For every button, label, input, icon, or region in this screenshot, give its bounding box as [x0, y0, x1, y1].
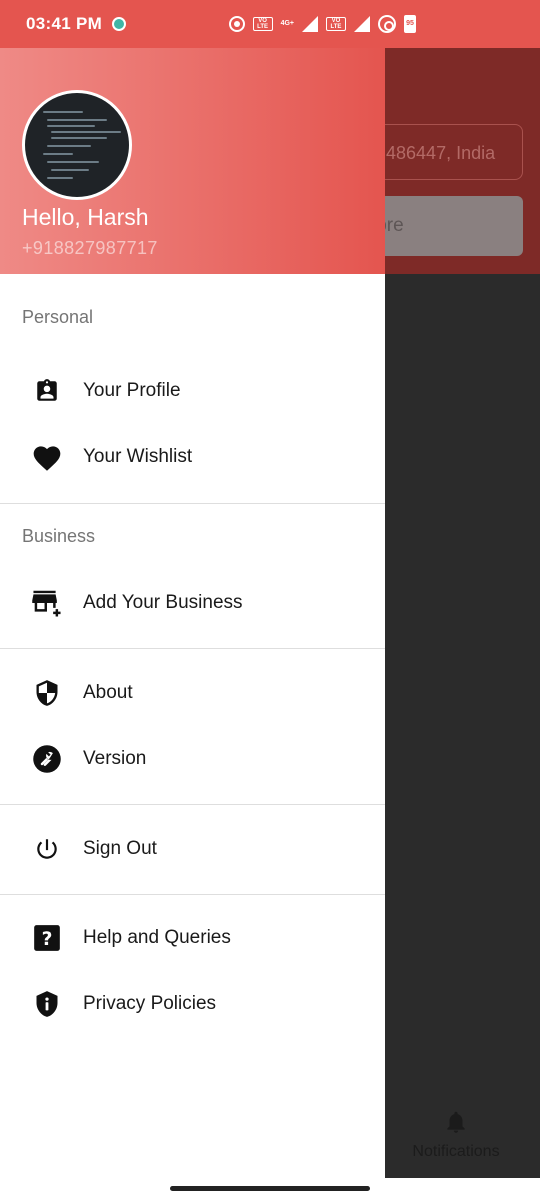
menu-label-help-and-queries: Help and Queries: [83, 927, 231, 948]
bell-icon: [447, 1111, 465, 1133]
svg-text:?: ?: [42, 929, 53, 950]
status-time: 03:41 PM: [26, 14, 103, 33]
power-icon: [31, 833, 63, 865]
menu-label-version: Version: [83, 748, 147, 769]
section-title-business: Business: [22, 526, 96, 546]
user-greeting: Hello, Harsh: [22, 204, 149, 230]
divider: [0, 894, 385, 895]
android-debug-icon: [112, 17, 127, 31]
menu-label-your-wishlist: Your Wishlist: [83, 446, 193, 467]
avatar[interactable]: [22, 90, 132, 200]
status-bar: 03:41 PM VO LTE 4G+ VO LTE 95: [0, 0, 540, 48]
menu-item-your-wishlist[interactable]: Your Wishlist: [0, 424, 385, 490]
notifications-tab: Notifications: [386, 1108, 526, 1161]
volte-icon: VO LTE: [252, 17, 273, 31]
location-icon: [228, 16, 245, 32]
menu-label-your-profile: Your Profile: [83, 380, 181, 401]
navigation-drawer: Hello, Harsh +918827987717 Personal Your…: [0, 48, 385, 1178]
notifications-label: Notifications: [412, 1143, 500, 1160]
divider: [0, 648, 385, 649]
signal-icon-2: [354, 16, 370, 32]
hotspot-icon: [378, 15, 396, 33]
volte-icon-2: VO LTE: [326, 17, 346, 31]
menu-label-add-your-business: Add Your Business: [83, 592, 243, 613]
menu-label-sign-out: Sign Out: [83, 838, 157, 859]
shield-icon: [31, 677, 63, 709]
menu-item-sign-out[interactable]: Sign Out: [0, 816, 385, 882]
wrench-icon: [31, 743, 63, 775]
privacy-shield-icon: [31, 988, 63, 1020]
menu-label-privacy-policies: Privacy Policies: [83, 993, 217, 1014]
menu-item-version[interactable]: Version: [0, 726, 385, 792]
drawer-header: Hello, Harsh +918827987717: [0, 48, 385, 274]
divider: [0, 804, 385, 805]
menu-item-about[interactable]: About: [0, 660, 385, 726]
signal-icon: [302, 16, 318, 32]
menu-item-add-your-business[interactable]: Add Your Business: [0, 570, 385, 636]
heart-icon: [31, 441, 63, 473]
network-type-label: 4G+: [280, 20, 294, 27]
status-icons: VO LTE 4G+ VO LTE 95: [228, 15, 416, 33]
battery-icon: 95: [404, 15, 416, 33]
help-icon: ?: [31, 922, 63, 954]
menu-item-privacy-policies[interactable]: Privacy Policies: [0, 971, 385, 1037]
menu-item-help-and-queries[interactable]: ? Help and Queries: [0, 905, 385, 971]
user-phone: +918827987717: [22, 238, 158, 258]
section-title-personal: Personal: [22, 307, 94, 327]
add-store-icon: [31, 587, 63, 619]
menu-label-about: About: [83, 682, 133, 703]
badge-icon: [31, 375, 63, 407]
home-indicator[interactable]: [170, 1186, 370, 1191]
menu-item-your-profile[interactable]: Your Profile: [0, 358, 385, 424]
